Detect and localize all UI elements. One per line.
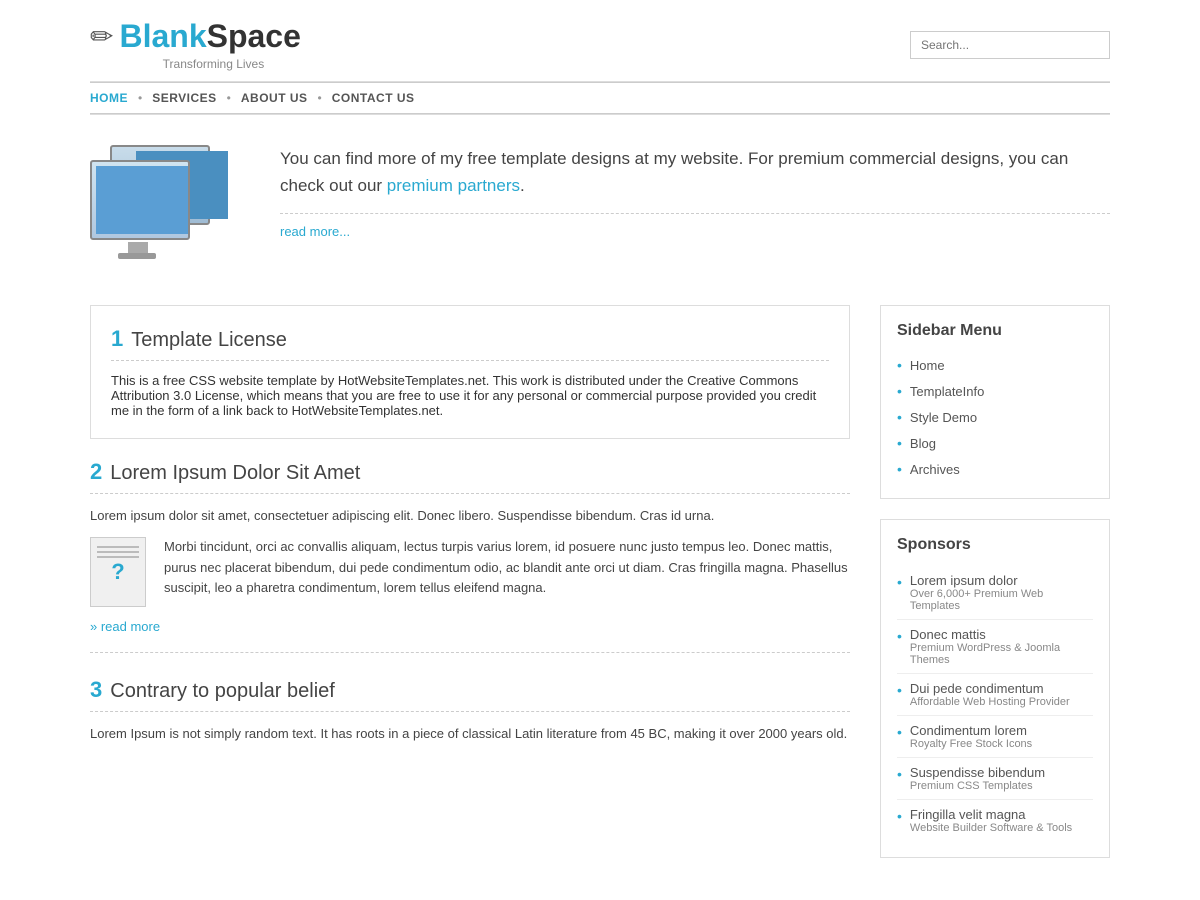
post-divider-3 [90, 711, 850, 712]
sponsor-text-3: Dui pede condimentum Affordable Web Host… [910, 681, 1070, 708]
sponsor-sub-3: Affordable Web Hosting Provider [910, 696, 1070, 708]
logo-icon: ✏ [90, 20, 113, 53]
sponsor-text-6: Fringilla velit magna Website Builder So… [910, 807, 1072, 834]
sponsor-sub-1: Over 6,000+ Premium Web Templates [910, 588, 1093, 612]
nav-item-home[interactable]: HOME [90, 91, 128, 105]
monitor-screen-front [96, 166, 188, 234]
sidebar-menu-box: Sidebar Menu Home TemplateInfo Style Dem… [880, 305, 1110, 499]
sponsor-main-5: Suspendisse bibendum [910, 765, 1045, 780]
hero-text: You can find more of my free template de… [280, 145, 1110, 239]
main-content: 1 Template License This is a free CSS we… [90, 295, 1110, 878]
nav-link-home[interactable]: HOME [90, 91, 128, 105]
sponsor-main-3: Dui pede condimentum [910, 681, 1044, 696]
post-num-2: 2 [90, 459, 102, 485]
sponsor-sub-2: Premium WordPress & Joomla Themes [910, 642, 1093, 666]
post-num-3: 3 [90, 677, 102, 703]
sponsor-text-5: Suspendisse bibendum Premium CSS Templat… [910, 765, 1045, 792]
sponsor-item-5: Suspendisse bibendum Premium CSS Templat… [897, 758, 1093, 800]
hero-read-more[interactable]: read more... [280, 224, 350, 239]
sidebar-menu-list: Home TemplateInfo Style Demo Blog Archiv… [897, 352, 1093, 482]
nav-link-about[interactable]: ABOUT US [241, 91, 308, 105]
post-body-3: Lorem Ipsum is not simply random text. I… [90, 724, 850, 745]
logo-blank: Blank [119, 18, 206, 54]
sponsor-item-6: Fringilla velit magna Website Builder So… [897, 800, 1093, 841]
content-area: 1 Template License This is a free CSS we… [90, 305, 850, 878]
sidebar-link-blog[interactable]: Blog [910, 436, 936, 451]
hero-text-end: . [520, 176, 525, 195]
sponsors-box: Sponsors Lorem ipsum dolor Over 6,000+ P… [880, 519, 1110, 858]
sponsor-sub-6: Website Builder Software & Tools [910, 822, 1072, 834]
search-box [910, 31, 1110, 59]
logo-text: BlankSpace [119, 18, 300, 55]
post-thumbnail-2: ? [90, 537, 150, 609]
sidebar-item-archives[interactable]: Archives [897, 456, 1093, 482]
post-heading-1: Template License [131, 329, 287, 352]
sidebar-menu-title: Sidebar Menu [897, 322, 1093, 340]
sidebar-item-styledemo[interactable]: Style Demo [897, 404, 1093, 430]
sponsor-item-1: Lorem ipsum dolor Over 6,000+ Premium We… [897, 566, 1093, 620]
sidebar-item-blog[interactable]: Blog [897, 430, 1093, 456]
hero-premium-link[interactable]: premium partners [387, 176, 520, 195]
sponsor-text-1: Lorem ipsum dolor Over 6,000+ Premium We… [910, 573, 1093, 612]
nav-link-contact[interactable]: CONTACT US [332, 91, 415, 105]
post-num-1: 1 [111, 326, 123, 352]
hero-divider [280, 213, 1110, 214]
sponsor-item-4: Condimentum lorem Royalty Free Stock Ico… [897, 716, 1093, 758]
sidebar: Sidebar Menu Home TemplateInfo Style Dem… [880, 305, 1110, 878]
sponsor-list: Lorem ipsum dolor Over 6,000+ Premium We… [897, 566, 1093, 841]
logo-tagline: Transforming Lives [126, 57, 301, 71]
post-title-1: 1 Template License [111, 326, 829, 352]
sponsor-sub-4: Royalty Free Stock Icons [910, 738, 1032, 750]
post-divider-2 [90, 493, 850, 494]
main-nav: HOME SERVICES ABOUT US CONTACT US [90, 82, 1110, 114]
monitor-front [90, 160, 190, 240]
post-heading-3: Contrary to popular belief [110, 680, 335, 703]
post-with-image-2: ? Morbi tincidunt, orci ac convallis ali… [90, 537, 850, 609]
sponsors-title: Sponsors [897, 536, 1093, 554]
post-heading-2: Lorem Ipsum Dolor Sit Amet [110, 462, 360, 485]
post-body-2b: Morbi tincidunt, orci ac convallis aliqu… [164, 537, 850, 599]
sponsor-item-2: Donec mattis Premium WordPress & Joomla … [897, 620, 1093, 674]
sidebar-link-archives[interactable]: Archives [910, 462, 960, 477]
post-box-1: 1 Template License This is a free CSS we… [90, 305, 850, 439]
nav-item-contact[interactable]: CONTACT US [308, 91, 415, 105]
sponsor-main-2: Donec mattis [910, 627, 986, 642]
post-title-2: 2 Lorem Ipsum Dolor Sit Amet [90, 459, 850, 485]
nav-link-services[interactable]: SERVICES [152, 91, 216, 105]
sidebar-item-templateinfo[interactable]: TemplateInfo [897, 378, 1093, 404]
post-title-3: 3 Contrary to popular belief [90, 677, 850, 703]
hero-section: You can find more of my free template de… [90, 115, 1110, 295]
sponsor-text-4: Condimentum lorem Royalty Free Stock Ico… [910, 723, 1032, 750]
logo-space: Space [207, 18, 301, 54]
sponsor-main-6: Fringilla velit magna [910, 807, 1026, 822]
sponsor-main-4: Condimentum lorem [910, 723, 1027, 738]
thumb-lines [97, 546, 139, 561]
sidebar-link-home[interactable]: Home [910, 358, 945, 373]
sponsor-item-3: Dui pede condimentum Affordable Web Host… [897, 674, 1093, 716]
nav-item-about[interactable]: ABOUT US [217, 91, 308, 105]
sponsor-sub-5: Premium CSS Templates [910, 780, 1045, 792]
post-read-more-2[interactable]: » read more [90, 619, 850, 634]
monitor-base [118, 253, 156, 259]
post-body-1: This is a free CSS website template by H… [111, 373, 829, 418]
sponsor-text-2: Donec mattis Premium WordPress & Joomla … [910, 627, 1093, 666]
sidebar-link-templateinfo[interactable]: TemplateInfo [910, 384, 984, 399]
sidebar-item-home[interactable]: Home [897, 352, 1093, 378]
thumb-image-2: ? [90, 537, 146, 607]
nav-item-services[interactable]: SERVICES [128, 91, 217, 105]
thumb-question-icon: ? [111, 559, 124, 585]
hero-paragraph: You can find more of my free template de… [280, 145, 1110, 199]
post-3: 3 Contrary to popular belief Lorem Ipsum… [90, 677, 850, 773]
sidebar-link-styledemo[interactable]: Style Demo [910, 410, 977, 425]
post-body-2a: Lorem ipsum dolor sit amet, consectetuer… [90, 506, 850, 527]
post-2: 2 Lorem Ipsum Dolor Sit Amet Lorem ipsum… [90, 459, 850, 653]
sponsor-main-1: Lorem ipsum dolor [910, 573, 1018, 588]
post-divider-1 [111, 360, 829, 361]
hero-image [90, 145, 250, 275]
search-input[interactable] [910, 31, 1110, 59]
